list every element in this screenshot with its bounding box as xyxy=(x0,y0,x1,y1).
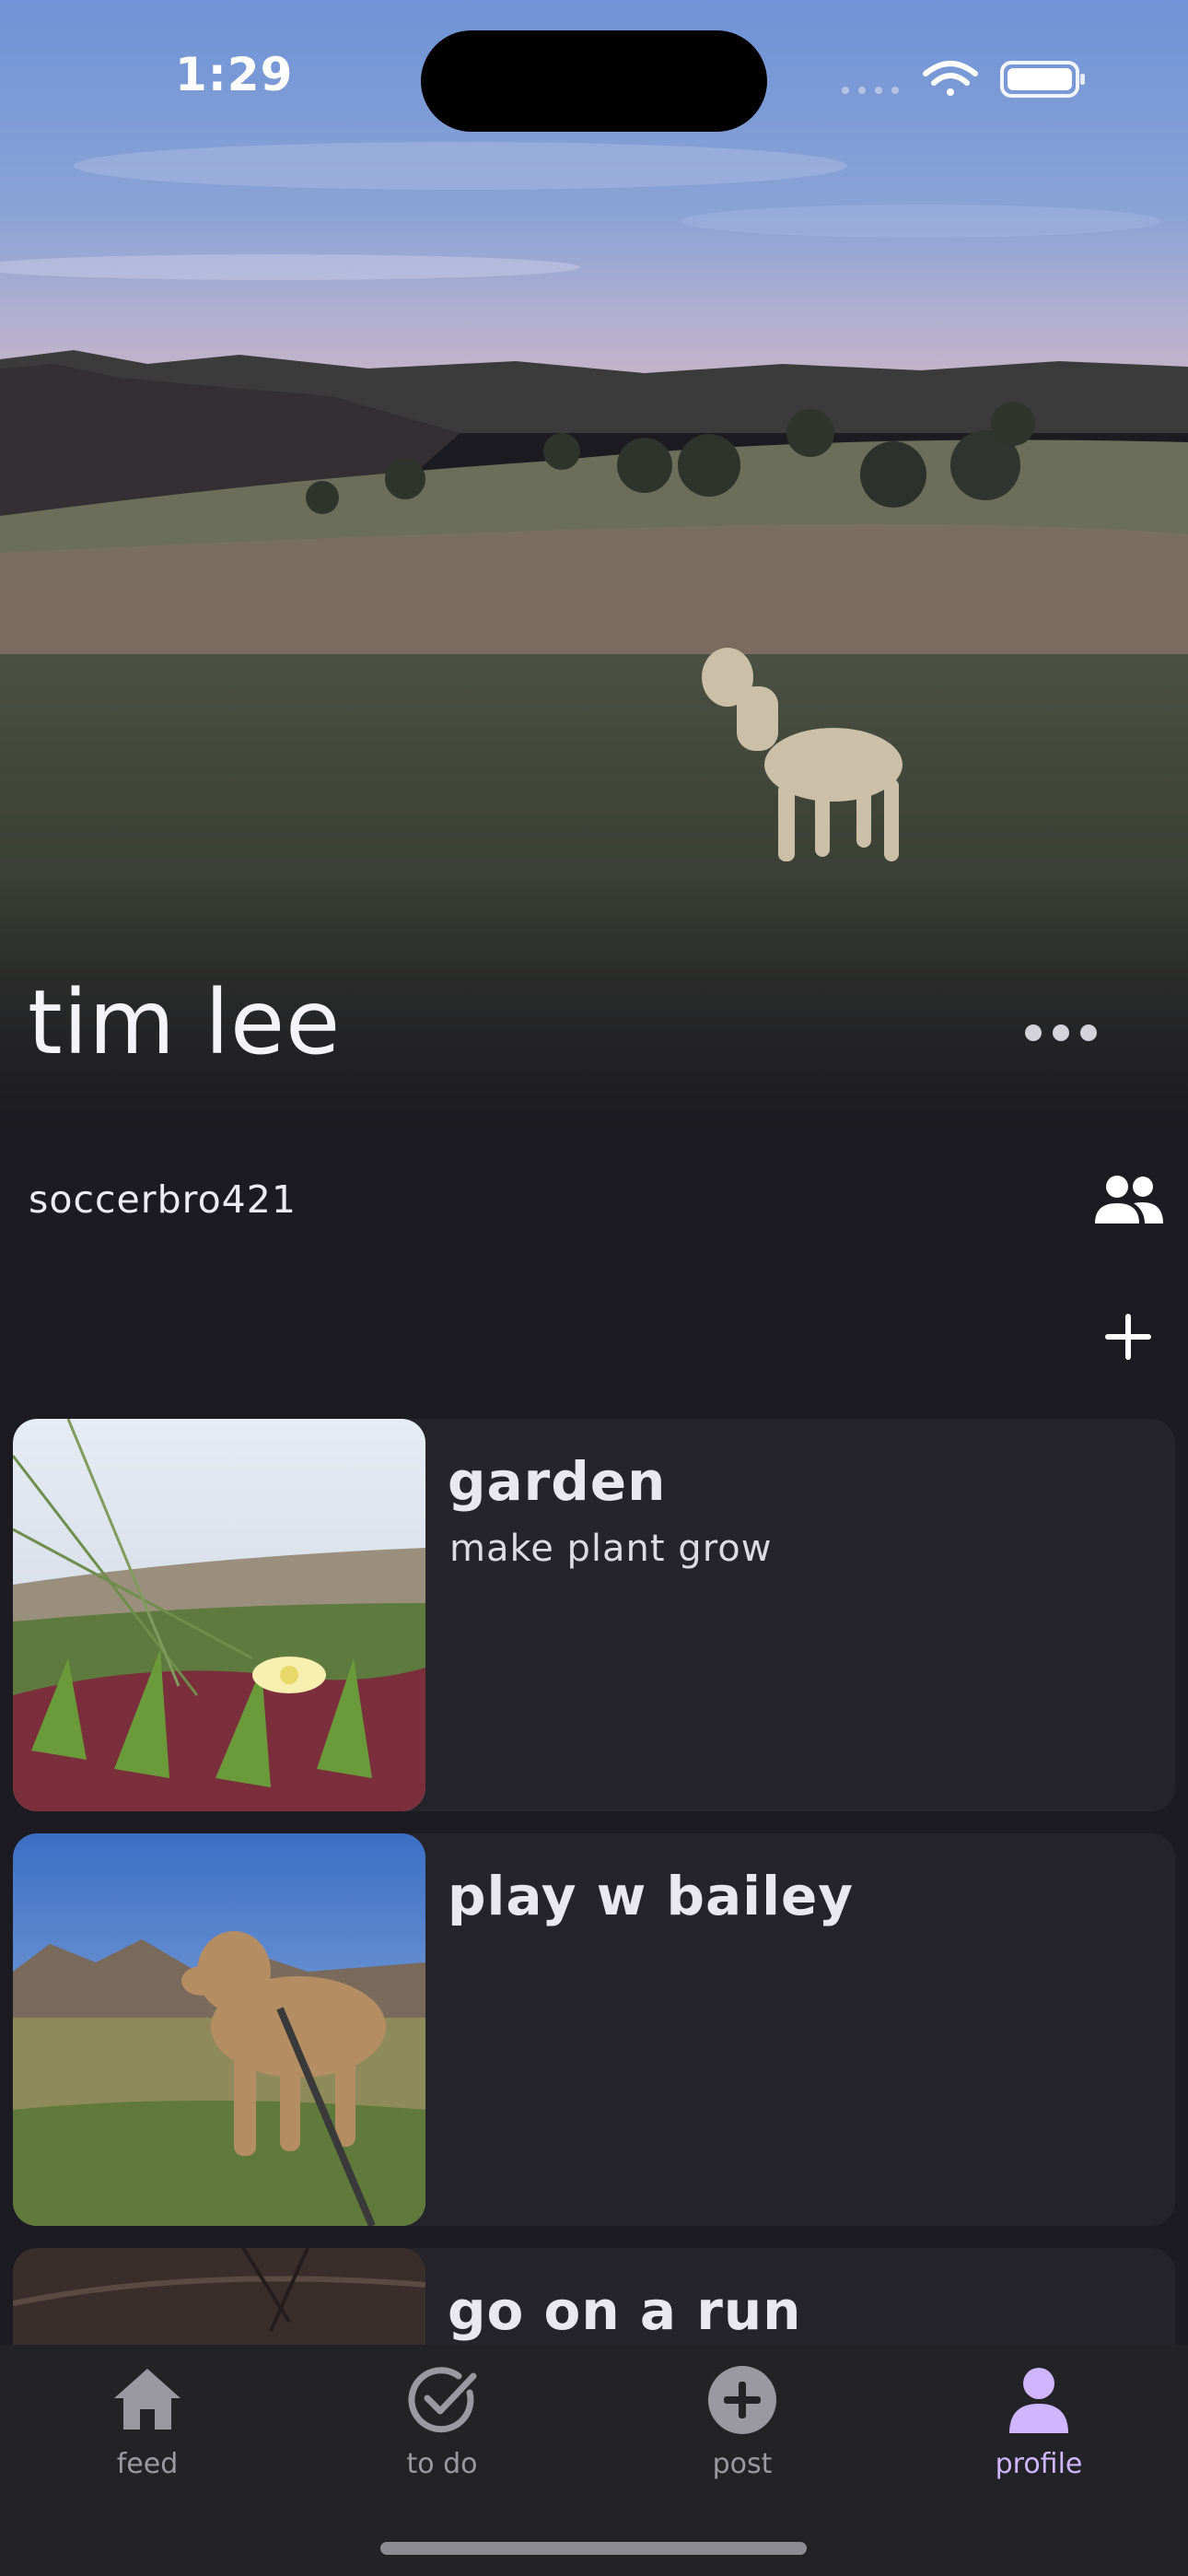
card-title: garden xyxy=(448,1450,667,1513)
cover-photo xyxy=(0,0,1188,1133)
username: soccerbro421 xyxy=(29,1177,297,1222)
profile-name: tim lee xyxy=(28,971,342,1074)
tab-to-do[interactable]: to do xyxy=(341,2345,543,2501)
signal-icon xyxy=(842,87,899,94)
wifi-icon xyxy=(923,61,978,96)
battery-icon xyxy=(1000,61,1085,98)
card-title: play w bailey xyxy=(448,1865,855,1927)
status-time: 1:29 xyxy=(175,48,294,101)
card-title: go on a run xyxy=(448,2279,802,2342)
profile-header: 1:29 tim lee xyxy=(0,0,1188,1133)
tab-label: feed xyxy=(116,2448,179,2480)
card-thumbnail xyxy=(13,1419,425,1811)
tab-label: post xyxy=(712,2448,773,2480)
friends-icon[interactable] xyxy=(1091,1172,1165,1227)
more-horizontal-icon[interactable] xyxy=(1022,1013,1100,1052)
list-item[interactable]: go on a run xyxy=(13,2248,1175,2345)
tab-feed[interactable]: feed xyxy=(46,2345,249,2501)
activity-list: garden make plant grow play w bailey go … xyxy=(0,1419,1188,2345)
tab-label: to do xyxy=(406,2448,478,2480)
tab-profile[interactable]: profile xyxy=(938,2345,1140,2501)
person-icon xyxy=(1009,2368,1068,2433)
card-thumbnail xyxy=(13,2248,425,2345)
list-item[interactable]: garden make plant grow xyxy=(13,1419,1175,1811)
card-description: make plant grow xyxy=(449,1528,773,1570)
home-icon xyxy=(114,2369,181,2430)
dynamic-island xyxy=(421,30,767,132)
plus-circle-icon xyxy=(708,2366,776,2434)
list-item[interactable]: play w bailey xyxy=(13,1833,1175,2226)
status-icons xyxy=(842,61,1085,98)
card-thumbnail xyxy=(13,1833,425,2226)
check-circle-icon xyxy=(408,2367,477,2433)
home-indicator xyxy=(380,2542,807,2555)
tab-label: profile xyxy=(995,2448,1083,2480)
plus-icon[interactable] xyxy=(1101,1310,1155,1364)
tab-post[interactable]: post xyxy=(641,2345,844,2501)
